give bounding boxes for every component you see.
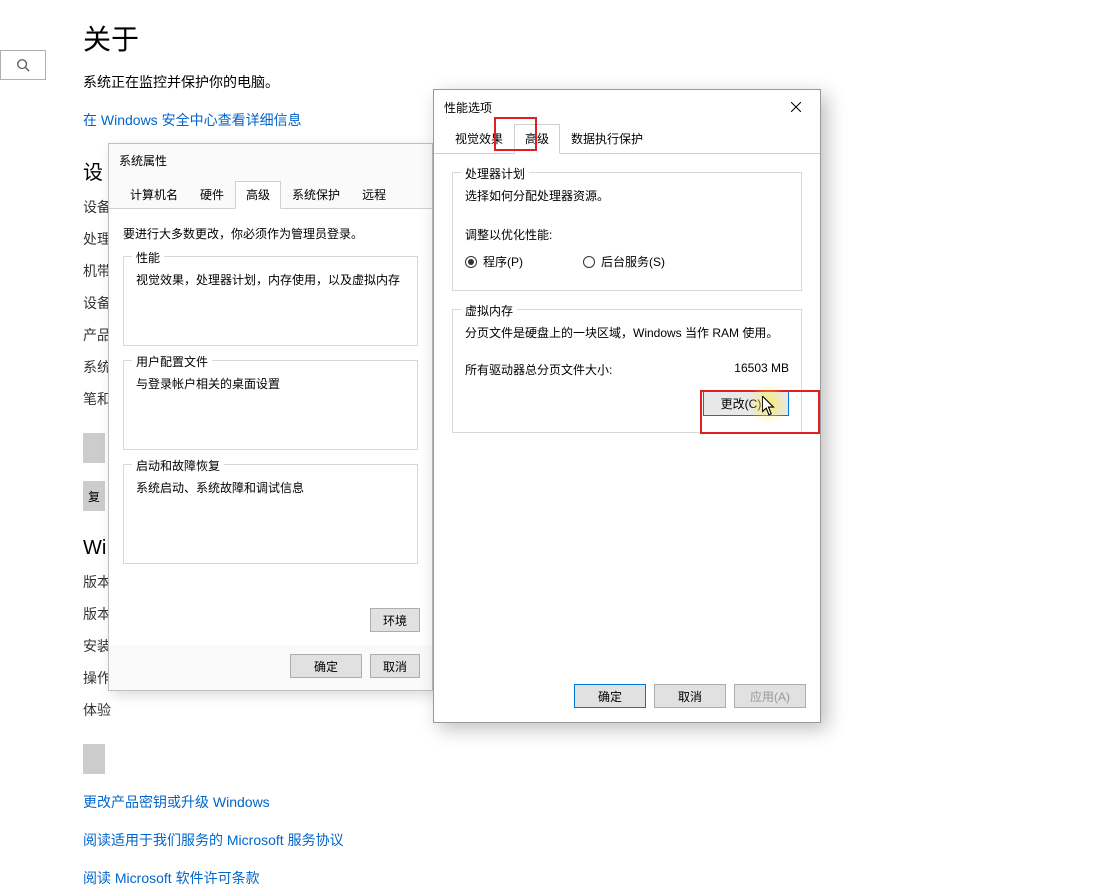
tab-hardware[interactable]: 硬件	[189, 181, 235, 208]
startup-recovery-desc: 系统启动、系统故障和调试信息	[136, 479, 405, 496]
user-profile-group: 用户配置文件 与登录帐户相关的桌面设置	[123, 360, 418, 450]
radio-bg-label: 后台服务(S)	[601, 253, 665, 270]
copy-button-fragment[interactable]	[83, 433, 105, 463]
sysprops-tabs: 计算机名 硬件 高级 系统保护 远程	[109, 181, 432, 209]
radio-background-services[interactable]: 后台服务(S)	[583, 253, 665, 270]
virtual-memory-desc: 分页文件是硬盘上的一块区域，Windows 当作 RAM 使用。	[465, 324, 789, 341]
close-button[interactable]	[780, 96, 812, 118]
tab-remote[interactable]: 远程	[351, 181, 397, 208]
row-experience: 体验	[83, 700, 113, 720]
admin-note: 要进行大多数更改，你必须作为管理员登录。	[123, 225, 418, 242]
env-vars-button[interactable]: 环境	[370, 608, 420, 632]
virtual-memory-title: 虚拟内存	[461, 302, 517, 319]
system-properties-dialog: 系统属性 计算机名 硬件 高级 系统保护 远程 要进行大多数更改，你必须作为管理…	[108, 143, 433, 691]
perf-ok-button[interactable]: 确定	[574, 684, 646, 708]
performance-options-dialog: 性能选项 视觉效果 高级 数据执行保护 处理器计划 选择如何分配处理器资源。 调…	[433, 89, 821, 723]
change-product-key-link[interactable]: 更改产品密钥或升级 Windows	[83, 792, 1100, 812]
dialog-title: 系统属性	[109, 144, 432, 177]
page-title: 关于	[83, 18, 1100, 58]
virtual-memory-group: 虚拟内存 分页文件是硬盘上的一块区域，Windows 当作 RAM 使用。 所有…	[452, 309, 802, 433]
performance-group-title: 性能	[132, 249, 164, 266]
performance-group-desc: 视觉效果，处理器计划，内存使用，以及虚拟内存	[136, 271, 405, 288]
processor-scheduling-desc: 选择如何分配处理器资源。	[465, 187, 789, 204]
perf-titlebar: 性能选项	[434, 90, 820, 124]
tab-advanced[interactable]: 高级	[235, 181, 281, 209]
radio-programs-label: 程序(P)	[483, 253, 523, 270]
perf-body: 处理器计划 选择如何分配处理器资源。 调整以优化性能: 程序(P) 后台服务(S…	[434, 154, 820, 465]
radio-programs[interactable]: 程序(P)	[465, 253, 523, 270]
sysprops-footer: 确定 取消	[290, 654, 420, 678]
rename-button-fragment[interactable]: 复	[83, 481, 105, 511]
perf-dialog-title: 性能选项	[444, 99, 492, 116]
radio-dot-icon	[465, 256, 477, 268]
rename-label: 复	[88, 488, 100, 505]
adjust-label: 调整以优化性能:	[465, 226, 789, 243]
scheduling-radio-row: 程序(P) 后台服务(S)	[465, 253, 789, 270]
close-icon	[791, 102, 801, 112]
radio-dot-icon	[583, 256, 595, 268]
ms-terms-link[interactable]: 阅读适用于我们服务的 Microsoft 服务协议	[83, 830, 1100, 850]
tab-visual-effects[interactable]: 视觉效果	[444, 124, 514, 153]
user-profile-title: 用户配置文件	[132, 353, 212, 370]
startup-recovery-title: 启动和故障恢复	[132, 457, 224, 474]
vm-total-label: 所有驱动器总分页文件大小:	[465, 361, 612, 378]
perf-footer: 确定 取消 应用(A)	[574, 684, 806, 708]
perf-apply-button[interactable]: 应用(A)	[734, 684, 806, 708]
startup-recovery-group: 启动和故障恢复 系统启动、系统故障和调试信息	[123, 464, 418, 564]
ok-button[interactable]: 确定	[290, 654, 362, 678]
processor-scheduling-group: 处理器计划 选择如何分配处理器资源。 调整以优化性能: 程序(P) 后台服务(S…	[452, 172, 802, 291]
tab-system-protection[interactable]: 系统保护	[281, 181, 351, 208]
performance-group: 性能 视觉效果，处理器计划，内存使用，以及虚拟内存	[123, 256, 418, 346]
perf-cancel-button[interactable]: 取消	[654, 684, 726, 708]
vm-total-value: 16503 MB	[734, 361, 789, 378]
processor-scheduling-title: 处理器计划	[461, 165, 529, 182]
sysprops-body: 要进行大多数更改，你必须作为管理员登录。 性能 视觉效果，处理器计划，内存使用，…	[109, 209, 432, 645]
perf-tabs: 视觉效果 高级 数据执行保护	[434, 124, 820, 154]
change-vm-button[interactable]: 更改(C)...	[703, 390, 789, 416]
copy-button-fragment-2[interactable]	[83, 744, 105, 774]
user-profile-desc: 与登录帐户相关的桌面设置	[136, 375, 405, 392]
vm-total-row: 所有驱动器总分页文件大小: 16503 MB	[465, 361, 789, 378]
tab-computer-name[interactable]: 计算机名	[119, 181, 189, 208]
tab-dep[interactable]: 数据执行保护	[560, 124, 654, 153]
ms-license-link[interactable]: 阅读 Microsoft 软件许可条款	[83, 868, 1100, 888]
cancel-button[interactable]: 取消	[370, 654, 420, 678]
tab-perf-advanced[interactable]: 高级	[514, 124, 560, 154]
